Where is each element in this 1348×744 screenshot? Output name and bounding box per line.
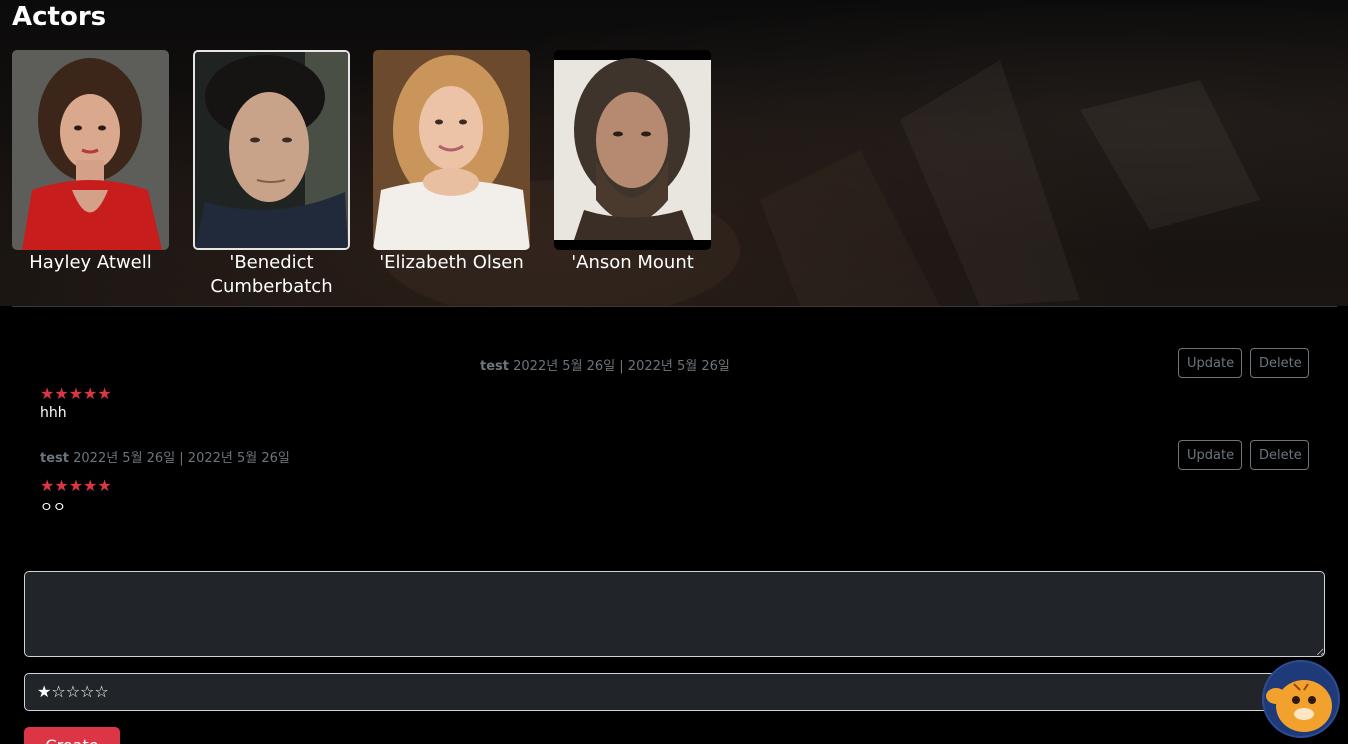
actor-portrait-image [195,52,348,248]
actor-portrait-image [12,50,169,250]
review-author: test [480,359,509,374]
actor-card[interactable]: Hayley Atwell [12,50,169,275]
section-divider [12,306,1337,307]
movie-detail-page: Actors Hayley Atwell 'Benedict Cumberbat… [0,0,1348,744]
review-meta: test 2022년 5월 26일 | 2022년 5월 26일 [480,355,730,374]
actor-name: 'Elizabeth Olsen [379,252,524,273]
actor-name: Hayley Atwell [29,252,152,273]
chat-mascot-icon[interactable] [1262,660,1340,738]
review-body: ㅇㅇ [40,500,66,516]
actor-card[interactable]: 'Anson Mount [554,50,711,275]
actor-card[interactable]: 'Benedict Cumberbatch [193,50,350,299]
update-button[interactable]: Update [1178,440,1242,470]
review-stars: ★★★★★ [40,384,112,403]
actor-name: 'Anson Mount [571,252,694,273]
delete-button[interactable]: Delete [1250,440,1309,470]
review-dates: 2022년 5월 26일 | 2022년 5월 26일 [513,359,730,374]
actor-photo [12,50,169,250]
actor-photo [193,50,350,250]
mascot-face-icon [1266,680,1332,732]
actor-photo [554,50,711,250]
actor-photo [373,50,530,250]
comment-textarea[interactable] [24,571,1325,657]
create-button[interactable]: Create [24,727,120,744]
review-author: test [40,451,69,466]
actors-heading: Actors [12,2,107,32]
rating-select[interactable]: ★☆☆☆☆ [24,673,1325,711]
actor-portrait-image [554,50,711,250]
actor-portrait-image [373,50,530,250]
actor-name: 'Benedict Cumberbatch [210,252,333,297]
update-button[interactable]: Update [1178,348,1242,378]
review-stars: ★★★★★ [40,476,112,495]
review-meta: test 2022년 5월 26일 | 2022년 5월 26일 [40,447,290,466]
review-body: hhh [40,405,67,421]
actor-card[interactable]: 'Elizabeth Olsen [373,50,530,275]
delete-button[interactable]: Delete [1250,348,1309,378]
review-dates: 2022년 5월 26일 | 2022년 5월 26일 [73,451,290,466]
